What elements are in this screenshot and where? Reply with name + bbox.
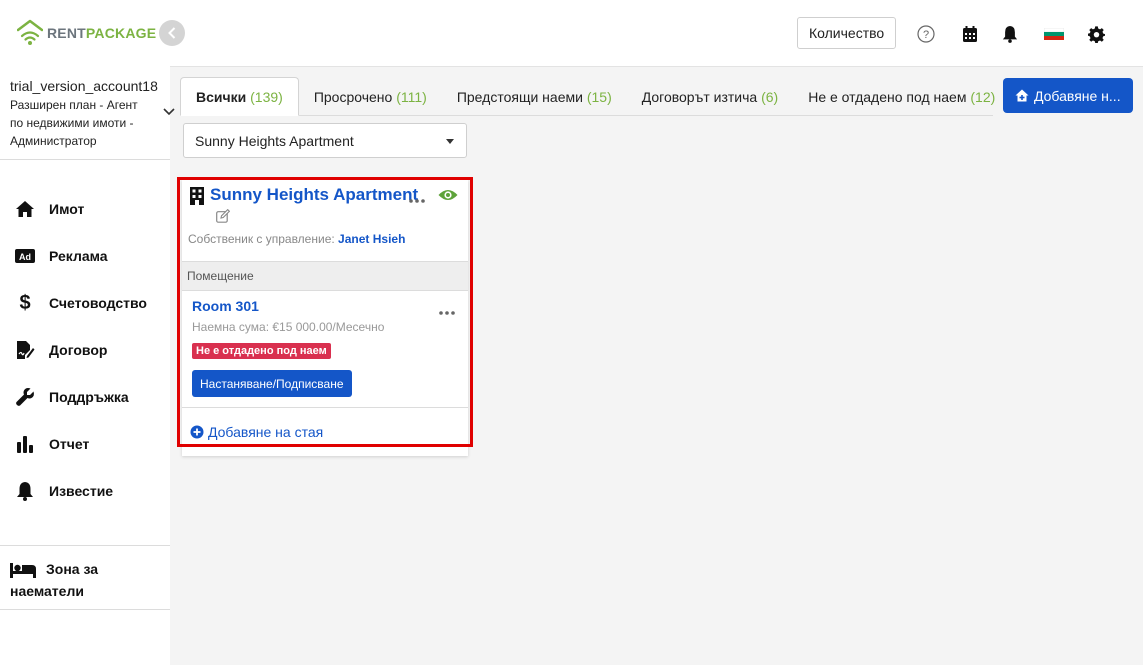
- tab-not-rented[interactable]: Не е отдадено под наем (12): [793, 77, 1010, 116]
- gear-icon[interactable]: [1086, 24, 1106, 44]
- nav-item-advertising[interactable]: Ad Реклама: [0, 232, 170, 279]
- ad-icon: Ad: [15, 246, 35, 266]
- property-card: Sunny Heights Apartment Собственик с упр…: [182, 180, 468, 456]
- add-room-link[interactable]: Добавяне на стая: [190, 424, 323, 440]
- property-tabs: Всички (139) Просрочено (111) Предстоящи…: [180, 77, 1010, 116]
- bed-icon: [10, 562, 36, 579]
- dollar-icon: $: [19, 291, 31, 314]
- divider: [182, 407, 468, 408]
- nav-item-contract[interactable]: Договор: [0, 326, 170, 373]
- owner-info: Собственик с управление: Janet Hsieh: [188, 232, 406, 246]
- contract-icon: [15, 340, 35, 360]
- divider: [0, 609, 170, 610]
- svg-text:?: ?: [923, 29, 929, 41]
- logo[interactable]: RENTPACKAGE: [17, 18, 156, 48]
- quantity-button[interactable]: Количество: [797, 17, 897, 49]
- plus-circle-icon: [190, 425, 204, 439]
- edit-icon[interactable]: [216, 208, 231, 228]
- account-info[interactable]: trial_version_account18 Разширен план - …: [10, 78, 165, 150]
- tab-upcoming-rent[interactable]: Предстоящи наеми (15): [442, 77, 627, 116]
- bulgarian-flag-icon[interactable]: [1044, 24, 1064, 44]
- main-nav: Имот Ad Реклама $ Счетоводство Договор П…: [0, 185, 170, 514]
- collapse-sidebar-button[interactable]: [159, 20, 185, 46]
- home-icon: [15, 199, 35, 219]
- nav-item-notification[interactable]: Известие: [0, 467, 170, 514]
- room-more-options-icon[interactable]: [439, 302, 455, 320]
- owner-name[interactable]: Janet Hsieh: [338, 232, 405, 246]
- wrench-icon: [15, 387, 35, 407]
- room-name[interactable]: Room 301: [192, 298, 259, 314]
- tab-all[interactable]: Всички (139): [180, 77, 299, 116]
- help-icon[interactable]: ?: [916, 24, 936, 44]
- calendar-icon[interactable]: [960, 24, 980, 44]
- unit-section-header: Помещение: [182, 261, 468, 291]
- nav-item-tenant-zone[interactable]: Зона за наематели: [10, 558, 160, 602]
- divider: [0, 159, 170, 160]
- tab-overdue[interactable]: Просрочено (111): [299, 77, 442, 116]
- status-badge: Не е отдадено под наем: [192, 343, 331, 359]
- wifi-house-icon: [17, 19, 43, 45]
- eye-icon[interactable]: [438, 188, 458, 207]
- chevron-down-icon[interactable]: [163, 108, 175, 116]
- divider: [0, 545, 170, 546]
- chart-icon: [15, 434, 35, 454]
- account-plan: Разширен план - Агент по недвижими имоти…: [10, 98, 138, 148]
- house-plus-icon: [1015, 89, 1029, 102]
- property-select[interactable]: Sunny Heights Apartment: [183, 123, 467, 158]
- building-icon: [190, 187, 204, 210]
- rent-amount: Наемна сума: €15 000.00/Месечно: [192, 320, 385, 334]
- bell-icon: [15, 481, 35, 501]
- property-title[interactable]: Sunny Heights Apartment: [210, 185, 418, 205]
- account-name: trial_version_account18: [10, 78, 158, 94]
- more-options-icon[interactable]: [409, 190, 425, 208]
- nav-item-report[interactable]: Отчет: [0, 420, 170, 467]
- tab-contract-expiring[interactable]: Договорът изтича (6): [627, 77, 793, 116]
- chevron-left-icon: [168, 27, 176, 39]
- nav-item-property[interactable]: Имот: [0, 185, 170, 232]
- add-property-button[interactable]: Добавяне н...: [1003, 78, 1133, 113]
- sidebar: RENTPACKAGE trial_version_account18 Разш…: [0, 0, 175, 665]
- nav-item-accounting[interactable]: $ Счетоводство: [0, 279, 170, 326]
- nav-item-maintenance[interactable]: Поддръжка: [0, 373, 170, 420]
- check-in-sign-button[interactable]: Настаняване/Подписване: [192, 370, 352, 397]
- top-bar: Количество ?: [170, 0, 1143, 67]
- logo-text: RENTPACKAGE: [47, 25, 157, 41]
- caret-down-icon: [446, 139, 454, 144]
- svg-text:Ad: Ad: [19, 252, 31, 262]
- notification-bell-icon[interactable]: [1000, 24, 1020, 44]
